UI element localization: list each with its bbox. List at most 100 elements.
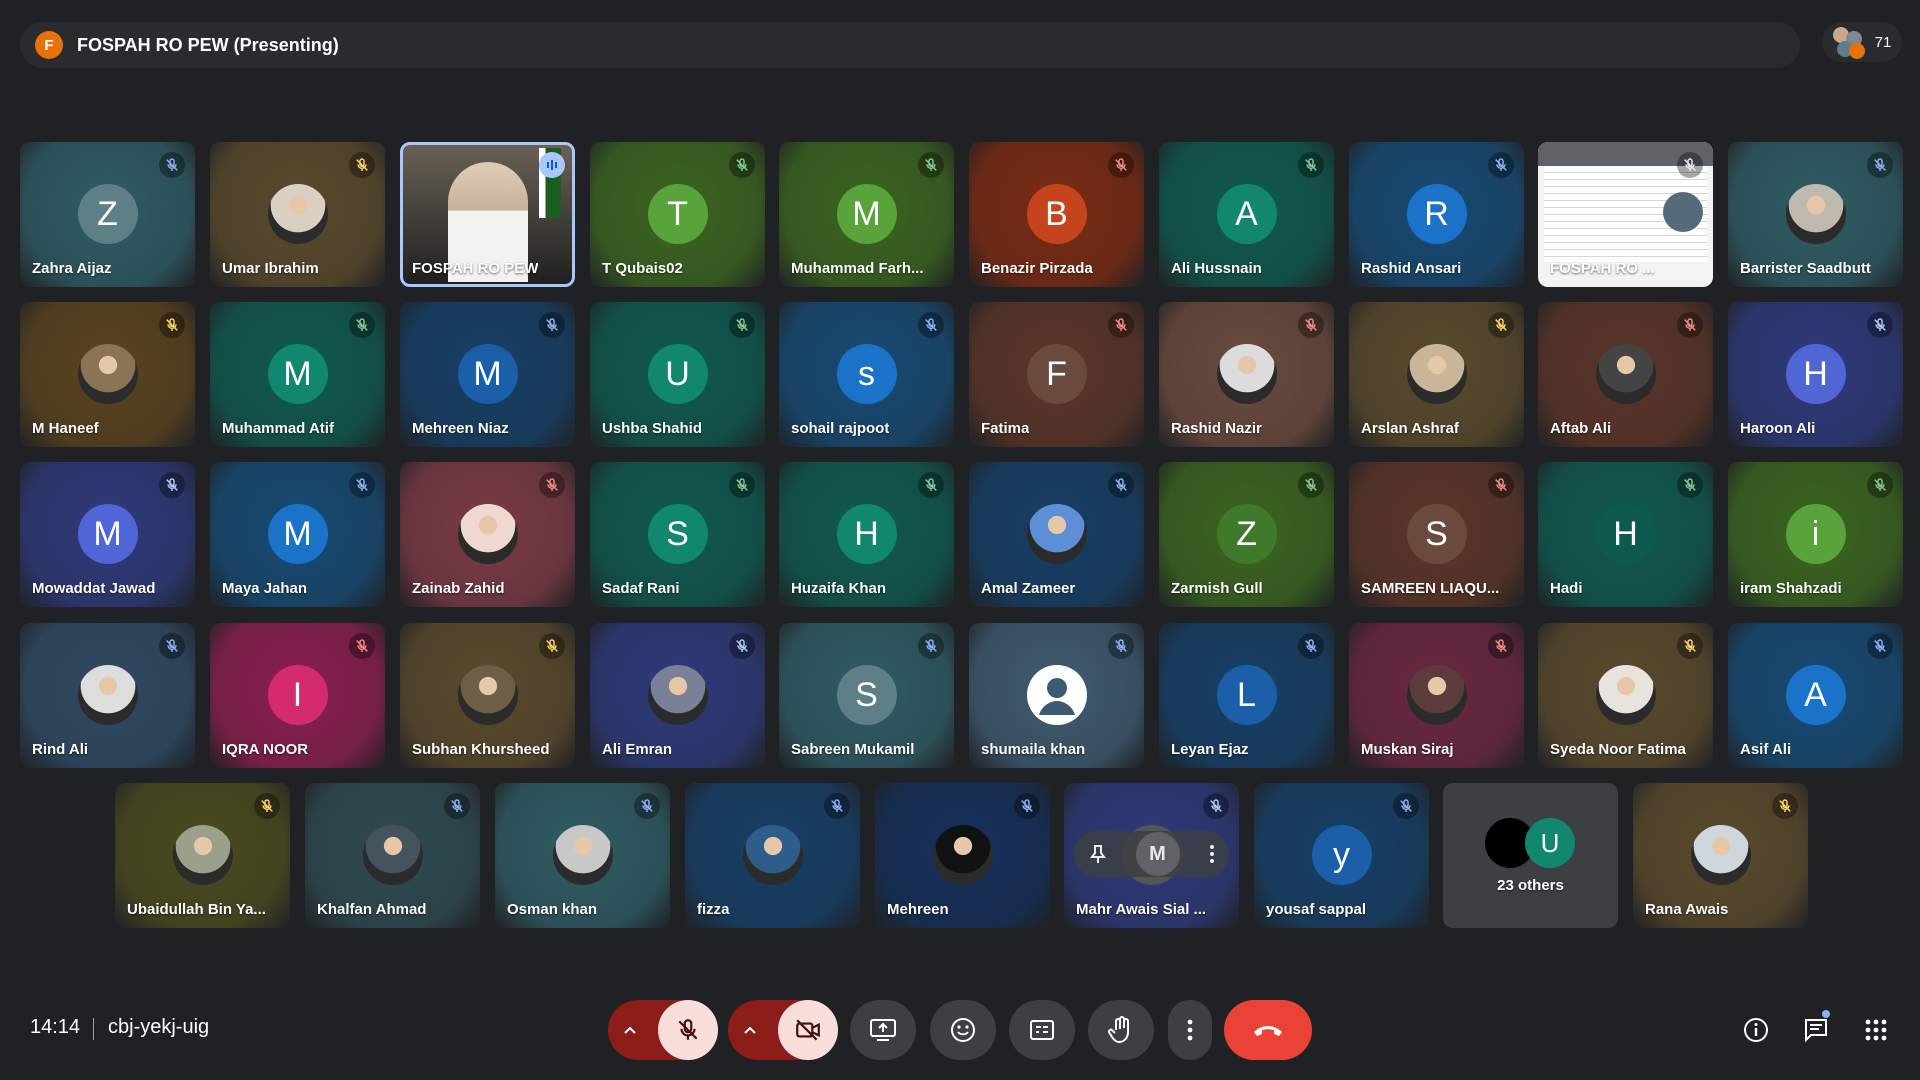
participant-tile[interactable]: H Haroon Ali (1728, 302, 1903, 447)
mic-off-icon (1495, 478, 1507, 491)
participant-tile[interactable]: Khalfan Ahmad (305, 783, 480, 928)
captions-button[interactable] (1009, 1000, 1075, 1060)
participant-name: Mowaddat Jawad (32, 580, 156, 597)
participant-tile[interactable]: Z Zarmish Gull (1159, 462, 1334, 607)
participant-tile[interactable]: M Muhammad Farh... (779, 142, 954, 287)
participant-tile[interactable]: Zainab Zahid (400, 462, 575, 607)
chat-notification-dot (1822, 1010, 1830, 1018)
presentation-bar[interactable]: F FOSPAH RO PEW (Presenting) (20, 22, 1800, 68)
leave-call-button[interactable] (1224, 1000, 1312, 1060)
others-avatar: U (1525, 818, 1575, 868)
participant-tile[interactable]: M Mowaddat Jawad (20, 462, 195, 607)
participant-tile[interactable]: U 23 others (1443, 783, 1618, 928)
muted-mic-icon (1393, 793, 1419, 819)
participant-photo (267, 184, 328, 244)
present-screen-button[interactable] (850, 1000, 916, 1060)
participant-tile[interactable]: R Rashid Ansari (1349, 142, 1524, 287)
participant-tile[interactable]: Ubaidullah Bin Ya... (115, 783, 290, 928)
mic-off-icon (1305, 639, 1317, 652)
reactions-button[interactable] (930, 1000, 996, 1060)
participant-tile[interactable]: Rashid Nazir (1159, 302, 1334, 447)
participant-tile[interactable]: M Mehreen Niaz (400, 302, 575, 447)
meeting-details-button[interactable] (1736, 1010, 1776, 1050)
participant-tile[interactable]: S Sadaf Rani (590, 462, 765, 607)
participant-photo (1216, 344, 1277, 404)
participant-tile[interactable]: F Fatima (969, 302, 1144, 447)
participant-tile[interactable]: H Huzaifa Khan (779, 462, 954, 607)
participant-tile[interactable]: Syeda Noor Fatima (1538, 623, 1713, 768)
muted-mic-icon (159, 312, 185, 338)
participant-name: iram Shahzadi (1740, 580, 1842, 597)
muted-mic-icon (634, 793, 660, 819)
video-options-button[interactable] (728, 1022, 772, 1038)
participant-name: Leyan Ejaz (1171, 741, 1249, 758)
participant-tile[interactable]: A Ali Hussnain (1159, 142, 1334, 287)
participant-name: IQRA NOOR (222, 741, 309, 758)
participant-tile[interactable]: U Ushba Shahid (590, 302, 765, 447)
muted-mic-icon (444, 793, 470, 819)
participant-tile[interactable]: Ali Emran (590, 623, 765, 768)
mic-off-icon (1874, 318, 1886, 331)
participant-tile[interactable]: H Hadi (1538, 462, 1713, 607)
muted-mic-icon (1298, 312, 1324, 338)
participant-tile[interactable]: Umar Ibrahim (210, 142, 385, 287)
participant-photo (1406, 344, 1467, 404)
pin-icon (1089, 845, 1106, 863)
participant-tile[interactable]: fizza (685, 783, 860, 928)
camera-toggle-button[interactable] (778, 1000, 838, 1060)
presentation-title: FOSPAH RO PEW (Presenting) (77, 34, 339, 55)
participant-tile[interactable]: Rana Awais (1633, 783, 1808, 928)
mic-off-icon (1495, 158, 1507, 171)
participant-tile[interactable]: M Haneef (20, 302, 195, 447)
participant-tile[interactable]: A Asif Ali (1728, 623, 1903, 768)
muted-mic-icon (254, 793, 280, 819)
chat-button[interactable] (1796, 1010, 1836, 1050)
end-call-icon (1254, 1026, 1282, 1036)
participant-tile[interactable]: L Leyan Ejaz (1159, 623, 1334, 768)
participant-tile[interactable]: Osman khan (495, 783, 670, 928)
mic-off-icon (261, 799, 273, 812)
participant-tile[interactable]: Amal Zameer (969, 462, 1144, 607)
participant-tile[interactable]: Mehreen (875, 783, 1050, 928)
participant-tile[interactable]: y yousaf sappal (1254, 783, 1429, 928)
participant-tile[interactable]: B Benazir Pirzada (969, 142, 1144, 287)
participant-tile[interactable]: T T Qubais02 (590, 142, 765, 287)
participant-tile[interactable]: Aftab Ali (1538, 302, 1713, 447)
participants-button[interactable]: 71 (1822, 22, 1902, 62)
muted-mic-icon (349, 633, 375, 659)
participant-name: Muskan Siraj (1361, 741, 1454, 758)
mic-toggle-button[interactable] (658, 1000, 718, 1060)
tile-hover-controls[interactable]: M (1074, 831, 1229, 877)
mic-off-icon (925, 318, 937, 331)
activities-button[interactable] (1856, 1010, 1896, 1050)
participant-tile[interactable]: Z Zahra Aijaz (20, 142, 195, 287)
participant-avatar: s (836, 344, 897, 404)
participant-avatar: Z (77, 184, 138, 244)
participant-tile[interactable]: FOSPAH RO PEW (400, 142, 575, 287)
participant-tile[interactable]: I IQRA NOOR (210, 623, 385, 768)
participant-tile[interactable]: shumaila khan (969, 623, 1144, 768)
participant-tile[interactable]: M Muhammad Atif (210, 302, 385, 447)
participant-tile[interactable]: S Sabreen Mukamil (779, 623, 954, 768)
raise-hand-button[interactable] (1088, 1000, 1154, 1060)
participant-tile[interactable]: FOSPAH RO ... (1538, 142, 1713, 287)
participant-name: Ushba Shahid (602, 420, 703, 437)
mic-off-icon (1874, 478, 1886, 491)
others-count: 23 others (1497, 877, 1564, 894)
participant-tile[interactable]: i iram Shahzadi (1728, 462, 1903, 607)
participant-tile[interactable]: Barrister Saadbutt (1728, 142, 1903, 287)
participant-tile[interactable]: S SAMREEN LIAQU... (1349, 462, 1524, 607)
mic-off-icon (1495, 318, 1507, 331)
participant-name: Zainab Zahid (412, 580, 505, 597)
participant-tile[interactable]: Arslan Ashraf (1349, 302, 1524, 447)
participant-tile[interactable]: M Maya Jahan (210, 462, 385, 607)
participant-tile[interactable]: Rind Ali (20, 623, 195, 768)
audio-options-button[interactable] (608, 1022, 652, 1038)
participant-tile[interactable]: s sohail rajpoot (779, 302, 954, 447)
more-vert-icon (1187, 1019, 1193, 1041)
participant-tile[interactable]: Muskan Siraj (1349, 623, 1524, 768)
more-options-button[interactable] (1168, 1000, 1212, 1060)
participant-tile[interactable]: Subhan Khursheed (400, 623, 575, 768)
muted-mic-icon (1677, 312, 1703, 338)
participant-tile[interactable]: M Mahr Awais Sial ... (1064, 783, 1239, 928)
